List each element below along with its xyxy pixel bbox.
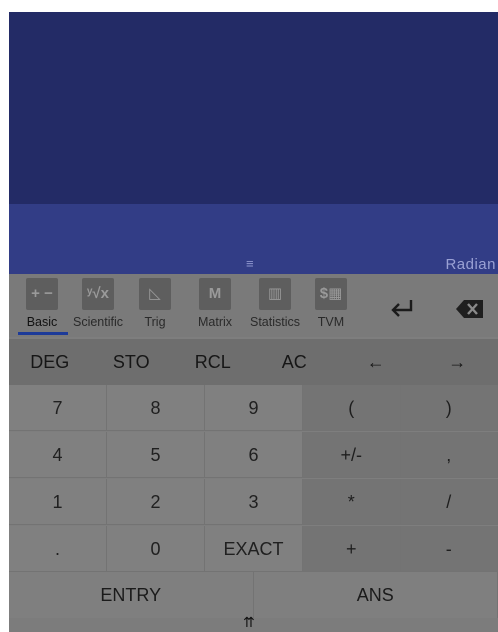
tab-statistics[interactable]: ▥ Statistics <box>243 278 307 334</box>
keypad-row: . 0 EXACT + - <box>9 526 498 573</box>
keypad: 7 8 9 ( ) 4 5 6 +/- , 1 2 3 * / . 0 EXAC… <box>9 385 498 573</box>
key-1[interactable]: 1 <box>9 479 107 525</box>
key-close-paren[interactable]: ) <box>400 385 498 431</box>
key-plus[interactable]: + <box>303 526 401 572</box>
cursor-right-key[interactable]: → <box>417 339 498 385</box>
rcl-key[interactable]: RCL <box>172 339 254 385</box>
enter-button[interactable] <box>383 292 423 326</box>
key-7[interactable]: 7 <box>9 385 107 431</box>
cursor-left-key[interactable]: ← <box>335 339 417 385</box>
key-open-paren[interactable]: ( <box>303 385 401 431</box>
key-exact[interactable]: EXACT <box>205 526 303 572</box>
calculator-app: ≡ Radian + − Basic ʸ√x Scientific ◺ Trig… <box>9 12 498 632</box>
tab-tvm[interactable]: $▦ TVM <box>313 278 349 334</box>
keypad-row: 7 8 9 ( ) <box>9 385 498 432</box>
key-6[interactable]: 6 <box>205 432 303 478</box>
keypad-tab-bar: + − Basic ʸ√x Scientific ◺ Trig M Matrix… <box>9 274 498 337</box>
enter-icon <box>391 300 413 317</box>
tab-scientific[interactable]: ʸ√x Scientific <box>63 278 133 334</box>
key-decimal[interactable]: . <box>9 526 107 572</box>
money-calculator-icon: $▦ <box>315 278 347 310</box>
tab-trig[interactable]: ◺ Trig <box>133 278 177 334</box>
function-row: DEG STO RCL AC ← → <box>9 339 498 385</box>
key-negate[interactable]: +/- <box>303 432 401 478</box>
backspace-button[interactable] <box>447 292 487 326</box>
key-2[interactable]: 2 <box>107 479 205 525</box>
active-tab-indicator <box>18 332 68 335</box>
basic-ops-icon: + − <box>26 278 58 310</box>
expression-display[interactable] <box>9 12 498 204</box>
expand-up-icon[interactable]: ⇈ <box>243 615 255 629</box>
key-minus[interactable]: - <box>400 526 498 572</box>
key-0[interactable]: 0 <box>107 526 205 572</box>
key-9[interactable]: 9 <box>205 385 303 431</box>
ac-key[interactable]: AC <box>254 339 336 385</box>
tab-label: TVM <box>317 315 345 329</box>
triangle-icon: ◺ <box>139 278 171 310</box>
bar-chart-icon: ▥ <box>259 278 291 310</box>
entry-key[interactable]: ENTRY <box>9 572 254 618</box>
keypad-row: 1 2 3 * / <box>9 479 498 526</box>
key-3[interactable]: 3 <box>205 479 303 525</box>
key-comma[interactable]: , <box>400 432 498 478</box>
keypad-footer: ⇈ <box>9 615 498 632</box>
tab-label: Matrix <box>197 315 233 329</box>
matrix-icon: M <box>199 278 231 310</box>
key-5[interactable]: 5 <box>107 432 205 478</box>
drag-handle-icon[interactable]: ≡ <box>246 257 254 270</box>
ans-key[interactable]: ANS <box>254 572 498 618</box>
sto-key[interactable]: STO <box>91 339 173 385</box>
root-icon: ʸ√x <box>82 278 114 310</box>
tab-label: Trig <box>144 315 166 329</box>
key-8[interactable]: 8 <box>107 385 205 431</box>
keypad-row: 4 5 6 +/- , <box>9 432 498 479</box>
backspace-icon <box>456 300 483 318</box>
deg-key[interactable]: DEG <box>9 339 91 385</box>
key-divide[interactable]: / <box>400 479 498 525</box>
angle-mode-label: Radian <box>445 256 496 273</box>
key-4[interactable]: 4 <box>9 432 107 478</box>
bottom-row: ENTRY ANS <box>9 572 498 618</box>
tab-label: Scientific <box>72 315 124 329</box>
tab-label: Statistics <box>249 315 300 329</box>
key-multiply[interactable]: * <box>303 479 401 525</box>
tab-matrix[interactable]: M Matrix <box>191 278 239 334</box>
